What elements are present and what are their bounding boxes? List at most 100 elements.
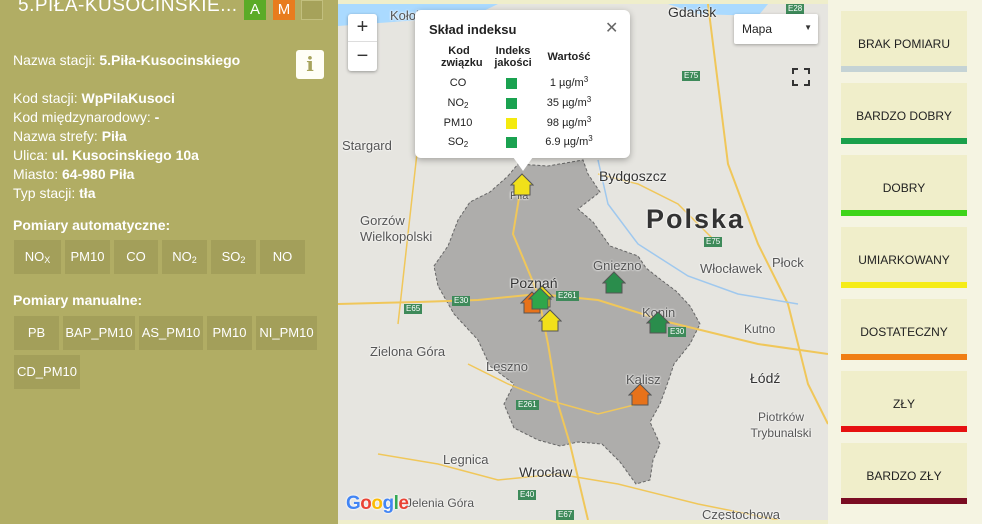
automatic-measurements-button[interactable]: A <box>244 0 266 20</box>
zoom-in-button[interactable]: + <box>348 14 377 42</box>
road-shield-e30-west: E30 <box>452 296 471 306</box>
city-label-gorzow: Gorzów Wielkopolski <box>360 213 433 244</box>
param-button-so2[interactable]: SO2 <box>211 240 256 274</box>
param-button-no2[interactable]: NO2 <box>162 240 207 274</box>
zone-value: Piła <box>101 128 127 144</box>
legend-item-bardzo-dobry: BARDZO DOBRY <box>841 83 967 144</box>
city-label-gdansk: Gdańsk <box>668 4 717 20</box>
station-marker-icon[interactable] <box>528 286 552 310</box>
city-label-bydgoszcz: Bydgoszcz <box>599 168 667 184</box>
popup-row-code: SO2 <box>447 136 469 149</box>
legend-label: BRAK POMIARU <box>857 37 950 51</box>
param-button-cd-pm10[interactable]: CD_PM10 <box>14 355 80 389</box>
station-marker-icon[interactable] <box>646 310 670 334</box>
legend-color-bar <box>841 426 967 432</box>
popup-row-index-square <box>506 98 517 109</box>
param-button-bap-pm10[interactable]: BAP_PM10 <box>63 316 135 350</box>
extra-measurements-button[interactable] <box>301 0 323 20</box>
station-marker-icon[interactable] <box>510 172 534 196</box>
popup-row-index-square <box>506 118 517 129</box>
country-label-polska: Polska <box>646 204 746 234</box>
map[interactable]: Kołob Gdańsk Stargard Bydgoszcz Gorzów W… <box>338 4 828 520</box>
road-shield-e75-north: E75 <box>682 71 701 81</box>
station-name-row: Nazwa stacji: 5.Piła-Kusocinskiego <box>13 51 253 70</box>
popup-header-value: Wartość <box>547 51 591 63</box>
station-marker-icon[interactable] <box>538 308 562 332</box>
legend-item-umiarkowany: UMIARKOWANY <box>841 227 967 288</box>
zoom-control: + − <box>348 14 377 71</box>
param-button-co[interactable]: CO <box>114 240 158 274</box>
fullscreen-button[interactable] <box>787 63 815 91</box>
chevron-down-icon: ▼ <box>804 23 812 32</box>
legend-color-bar <box>841 210 967 216</box>
station-type-label: Typ stacji: <box>13 185 76 201</box>
intl-code-label: Kod międzynarodowy: <box>13 109 151 125</box>
param-button-as-pm10[interactable]: AS_PM10 <box>139 316 203 350</box>
road-shield-e65: E65 <box>404 304 423 314</box>
city-label: Miasto: <box>13 166 59 182</box>
city-label-piotrkow: Piotrków Trybunalski <box>750 410 812 440</box>
popup-title: Skład indeksu <box>429 22 517 37</box>
zone-label: Nazwa strefy: <box>13 128 98 144</box>
road-shield-e261-south: E261 <box>516 400 539 410</box>
city-label-stargard: Stargard <box>342 138 392 153</box>
popup-row-code: PM10 <box>443 117 473 129</box>
intl-code-row: Kod międzynarodowy: - <box>13 108 159 127</box>
street-row: Ulica: ul. Kusocinskiego 10a <box>13 146 199 165</box>
city-label-leszno: Leszno <box>486 359 528 374</box>
automatic-measurements-title: Pomiary automatyczne: <box>13 217 171 233</box>
city-label-wloclawek: Włocławek <box>700 261 763 276</box>
popup-row-value: 1 µg/m3 <box>549 75 589 90</box>
legend-item-dostateczny: DOSTATECZNY <box>841 299 967 360</box>
station-name-label: Nazwa stacji: <box>13 52 96 68</box>
legend-item-bardzo-zly: BARDZO ZŁY <box>841 443 967 504</box>
station-marker-icon[interactable] <box>602 270 626 294</box>
city-label-plock: Płock <box>772 255 804 270</box>
fullscreen-icon <box>792 68 810 86</box>
city-label-wroclaw: Wrocław <box>519 464 573 480</box>
legend-color-bar <box>841 138 967 144</box>
param-button-pb[interactable]: PB <box>14 316 59 350</box>
map-type-select[interactable]: Mapa ▼ <box>734 14 818 44</box>
road-shield-e30-east: E30 <box>668 327 687 337</box>
legend-item-dobry: DOBRY <box>841 155 967 216</box>
info-button[interactable]: i <box>296 50 324 79</box>
manual-measurements-title: Pomiary manualne: <box>13 292 143 308</box>
city-label-jelenia-gora: Jelenia Góra <box>406 496 475 510</box>
param-button-pm10[interactable]: PM10 <box>65 240 110 274</box>
city-label-kutno: Kutno <box>744 322 776 336</box>
manual-measurements-button[interactable]: M <box>273 0 295 20</box>
station-code-row: Kod stacji: WpPilaKusoci <box>13 89 175 108</box>
road-shield-e40: E40 <box>518 490 537 500</box>
station-type-row: Typ stacji: tła <box>13 184 95 203</box>
popup-header-index: Indeks jakości <box>494 45 532 69</box>
city-value: 64-980 Piła <box>62 166 135 182</box>
param-button-nox[interactable]: NOX <box>14 240 61 274</box>
param-button-manual-pm10[interactable]: PM10 <box>207 316 252 350</box>
city-label-zielona-gora: Zielona Góra <box>370 344 446 359</box>
legend-item-zly: ZŁY <box>841 371 967 432</box>
legend-color-bar <box>841 498 967 504</box>
legend-label: BARDZO ZŁY <box>866 469 942 483</box>
popup-row-index-square <box>506 137 517 148</box>
legend-color-bar <box>841 282 967 288</box>
popup-row-index-square <box>506 78 517 89</box>
street-value: ul. Kusocinskiego 10a <box>51 147 199 163</box>
param-button-no[interactable]: NO <box>260 240 305 274</box>
station-marker-icon[interactable] <box>628 382 652 406</box>
index-popup: Skład indeksu ✕ Kod związku Indeks jakoś… <box>415 10 630 171</box>
param-button-ni-pm10[interactable]: NI_PM10 <box>256 316 317 350</box>
street-label: Ulica: <box>13 147 49 163</box>
station-title: 5.PIŁA-KUSOCINSKIE... <box>18 0 238 16</box>
close-icon[interactable]: ✕ <box>605 18 618 38</box>
zone-row: Nazwa strefy: Piła <box>13 127 127 146</box>
road-shield-e28: E28 <box>786 4 805 14</box>
legend: BRAK POMIARU BARDZO DOBRY DOBRY UMIARKOW… <box>828 0 982 524</box>
popup-row-code: NO2 <box>447 97 469 110</box>
legend-color-bar <box>841 354 967 360</box>
intl-code-value: - <box>154 109 160 125</box>
legend-label: DOBRY <box>882 181 926 195</box>
legend-color-bar <box>841 66 967 72</box>
station-panel: 5.PIŁA-KUSOCINSKIE... A M i Nazwa stacji… <box>0 0 338 524</box>
zoom-out-button[interactable]: − <box>348 43 377 71</box>
